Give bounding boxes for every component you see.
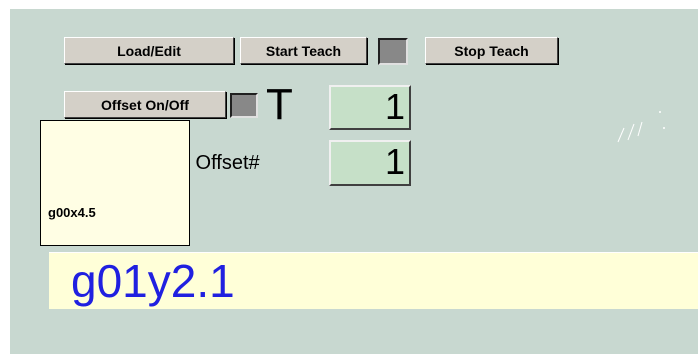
stop-teach-button[interactable]: Stop Teach bbox=[425, 37, 558, 64]
start-teach-button[interactable]: Start Teach bbox=[240, 37, 367, 64]
current-gcode-display: g01y2.1 bbox=[49, 252, 698, 309]
teach-status-indicator bbox=[378, 38, 408, 65]
offset-number-label: k Offset# bbox=[180, 152, 260, 174]
gcode-preview-text: g00x4.5 bbox=[48, 205, 96, 220]
offset-status-indicator bbox=[230, 93, 258, 118]
tool-letter: T bbox=[266, 80, 293, 129]
tool-number-field[interactable]: 1 bbox=[329, 85, 411, 130]
offset-number-field[interactable]: 1 bbox=[329, 140, 411, 186]
background-artifact-specks bbox=[617, 111, 665, 143]
current-gcode-text: g01y2.1 bbox=[71, 255, 235, 307]
load-edit-button[interactable]: Load/Edit bbox=[64, 37, 234, 64]
offset-toggle-button[interactable]: Offset On/Off bbox=[64, 91, 226, 118]
gcode-preview-popup: g00x4.5 bbox=[40, 120, 190, 246]
